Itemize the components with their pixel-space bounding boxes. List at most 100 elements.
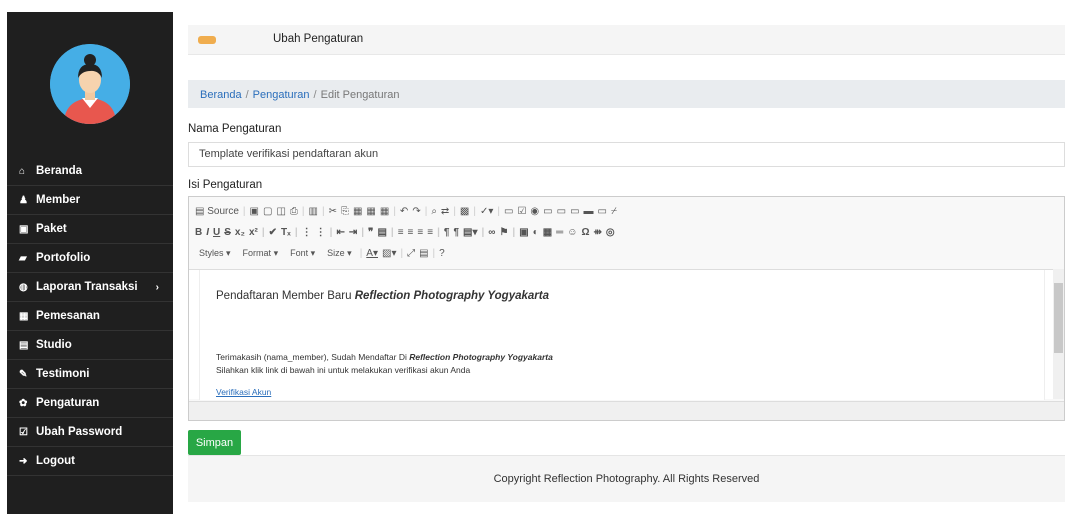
image-button-icon[interactable]: ▭: [598, 206, 607, 217]
radio-icon[interactable]: ◉: [530, 206, 539, 217]
spellcheck-icon[interactable]: ✓▾: [480, 206, 493, 217]
sidebar-item-testimoni[interactable]: ✎ Testimoni: [7, 360, 173, 389]
styles-dropdown[interactable]: Styles ▾: [195, 248, 235, 259]
find-icon[interactable]: ⌕: [431, 206, 437, 217]
button-icon[interactable]: ▬: [584, 206, 594, 217]
anchor-icon[interactable]: ⚑: [499, 227, 508, 238]
copy-format-icon[interactable]: ✔: [269, 227, 277, 238]
underline-icon[interactable]: U: [213, 227, 220, 238]
bulleted-list-icon[interactable]: ⋮: [316, 227, 326, 238]
link-icon[interactable]: ∞: [488, 227, 495, 238]
select-icon[interactable]: ▭: [570, 206, 579, 217]
indent-icon[interactable]: ⇥: [349, 227, 357, 238]
flash-icon[interactable]: ◐: [533, 227, 539, 238]
sidebar-item-pengaturan[interactable]: ✿ Pengaturan: [7, 389, 173, 418]
bold-icon[interactable]: B: [195, 227, 202, 238]
rich-text-editor: ▤ Source | ▣ ▢ ◫ ⎙ | ▥ | ✂ ⎘ ▦ ▦ ▦ | ↶ ↷…: [188, 196, 1065, 421]
language-icon[interactable]: ▤▾: [463, 227, 477, 238]
format-dropdown[interactable]: Format ▾: [239, 248, 283, 259]
rtl-icon[interactable]: ¶: [453, 227, 459, 238]
paste-text-icon[interactable]: ▦: [366, 206, 375, 217]
smiley-icon[interactable]: ☺: [567, 227, 577, 238]
sidebar-item-beranda[interactable]: ⌂ Beranda: [7, 157, 173, 186]
source-button[interactable]: ▤ Source: [195, 206, 239, 217]
iframe-icon[interactable]: ◎: [606, 227, 615, 238]
justify-icon[interactable]: ≡: [427, 227, 433, 238]
paste-word-icon[interactable]: ▦: [380, 206, 389, 217]
horizontal-line-icon[interactable]: ═: [556, 227, 563, 238]
redo-icon[interactable]: ↷: [412, 206, 420, 217]
bg-color-icon[interactable]: ▨▾: [382, 248, 396, 259]
line1-text: Terimakasih (nama_member), Sudah Mendaft…: [216, 352, 410, 362]
special-char-icon[interactable]: Ω: [581, 227, 589, 238]
form-icon[interactable]: ▭: [504, 206, 513, 217]
editor-document[interactable]: Pendaftaran Member Baru Reflection Photo…: [199, 270, 1045, 400]
cut-icon[interactable]: ✂: [329, 206, 337, 217]
sidebar-item-label: Pengaturan: [36, 397, 100, 409]
page-break-icon[interactable]: ⇻: [594, 227, 602, 238]
toolbar-divider: |: [329, 226, 333, 238]
new-page-icon[interactable]: ▢: [263, 206, 272, 217]
breadcrumb-home-link[interactable]: Beranda: [200, 89, 242, 101]
toolbar-divider: |: [361, 226, 365, 238]
paste-icon[interactable]: ▦: [353, 206, 362, 217]
text-color-icon[interactable]: A▾: [366, 248, 378, 259]
outdent-icon[interactable]: ⇤: [336, 227, 344, 238]
editor-scrollbar[interactable]: [1053, 269, 1064, 399]
editor-content-area[interactable]: Pendaftaran Member Baru Reflection Photo…: [189, 269, 1055, 400]
name-field[interactable]: Template verifikasi pendaftaran akun: [188, 142, 1065, 167]
image-icon: ▣: [19, 223, 29, 235]
editor-toolbar-row-2: B I U S x₂ x² | ✔ Tₓ | ⋮ ⋮ | ⇤ ⇥ | ❞ ▤ |…: [195, 222, 615, 242]
size-dropdown[interactable]: Size ▾: [323, 248, 356, 259]
sidebar-item-logout[interactable]: ➜ Logout: [7, 447, 173, 476]
sidebar-toggle-button[interactable]: [198, 36, 216, 44]
textfield-icon[interactable]: ▭: [543, 206, 552, 217]
sidebar-item-member[interactable]: ♟ Member: [7, 186, 173, 215]
help-icon[interactable]: ?: [439, 248, 445, 259]
toolbar-divider: |: [390, 226, 394, 238]
numbered-list-icon[interactable]: ⋮: [302, 227, 312, 238]
superscript-icon[interactable]: x²: [249, 227, 258, 238]
select-all-icon[interactable]: ▩: [460, 206, 469, 217]
sidebar-item-laporan-transaksi[interactable]: ◍ Laporan Transaksi ›: [7, 273, 173, 302]
subscript-icon[interactable]: x₂: [235, 227, 245, 238]
verification-link[interactable]: Verifikasi Akun: [216, 387, 271, 397]
sidebar-item-portofolio[interactable]: ▰ Portofolio: [7, 244, 173, 273]
strikethrough-icon[interactable]: S: [224, 227, 231, 238]
copy-icon[interactable]: ⎘: [341, 206, 349, 217]
preview-icon[interactable]: ◫: [276, 206, 285, 217]
main-content: Ubah Pengaturan Beranda / Pengaturan / Edit …: [188, 0, 1065, 514]
align-left-icon[interactable]: ≡: [398, 227, 404, 238]
maximize-icon[interactable]: ⤢: [407, 248, 415, 259]
italic-icon[interactable]: I: [206, 227, 209, 238]
scrollbar-thumb[interactable]: [1054, 283, 1063, 353]
print-icon[interactable]: ⎙: [290, 206, 298, 217]
align-right-icon[interactable]: ≡: [417, 227, 423, 238]
textarea-icon[interactable]: ▭: [557, 206, 566, 217]
breadcrumb-current: Edit Pengaturan: [320, 89, 400, 101]
div-icon[interactable]: ▤: [377, 227, 386, 238]
sidebar-item-label: Testimoni: [36, 368, 90, 380]
show-blocks-icon[interactable]: ▤: [419, 248, 428, 259]
save-doc-icon[interactable]: ▣: [250, 206, 259, 217]
breadcrumb-pengaturan-link[interactable]: Pengaturan: [253, 89, 310, 101]
font-dropdown[interactable]: Font ▾: [286, 248, 319, 259]
sidebar-item-studio[interactable]: ▤ Studio: [7, 331, 173, 360]
checkbox-icon[interactable]: ☑: [517, 206, 526, 217]
sidebar-item-paket[interactable]: ▣ Paket: [7, 215, 173, 244]
align-center-icon[interactable]: ≡: [408, 227, 414, 238]
undo-icon[interactable]: ↶: [400, 206, 408, 217]
toolbar-divider: |: [481, 226, 485, 238]
editor-toolbar-row-3: Styles ▾ Format ▾ Font ▾ Size ▾ | A▾ ▨▾ …: [195, 243, 445, 263]
blockquote-icon[interactable]: ❞: [368, 227, 373, 238]
sidebar-item-ubah-password[interactable]: ☑ Ubah Password: [7, 418, 173, 447]
replace-icon[interactable]: ⇄: [441, 206, 449, 217]
image-insert-icon[interactable]: ▣: [519, 227, 528, 238]
ltr-icon[interactable]: ¶: [444, 227, 450, 238]
sidebar-item-pemesanan[interactable]: ▦ Pemesanan: [7, 302, 173, 331]
remove-format-icon[interactable]: Tₓ: [281, 227, 291, 238]
save-button[interactable]: Simpan: [188, 430, 241, 455]
hidden-field-icon[interactable]: ⌿: [611, 206, 617, 217]
table-icon[interactable]: ▦: [543, 227, 552, 238]
templates-icon[interactable]: ▥: [309, 206, 318, 217]
